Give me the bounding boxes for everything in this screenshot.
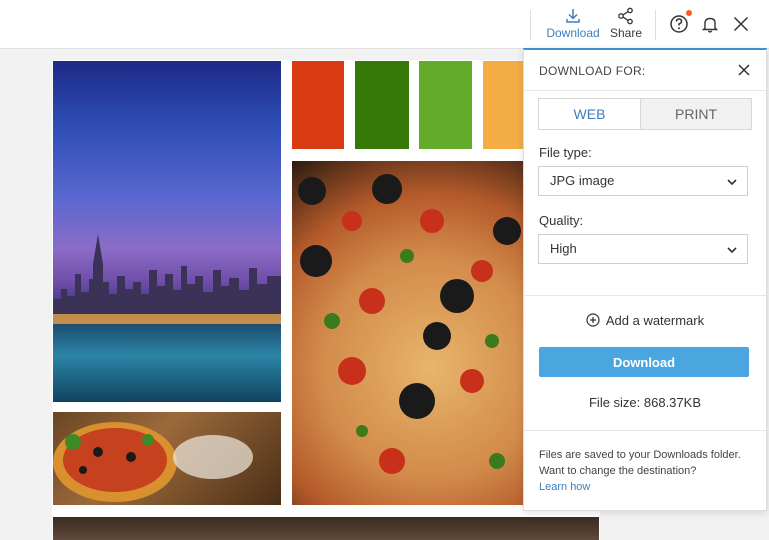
toolbar-divider — [530, 10, 531, 40]
share-tool-button[interactable]: Share — [606, 6, 646, 40]
pizza-small-shapes — [53, 422, 253, 502]
color-swatch-light-green[interactable] — [419, 61, 472, 149]
color-swatch-dark-green[interactable] — [355, 61, 409, 149]
city-skyline-photo[interactable] — [53, 61, 281, 402]
chevron-down-icon — [726, 243, 738, 255]
share-icon — [606, 6, 646, 26]
notifications-button[interactable] — [698, 12, 722, 36]
file-type-select[interactable]: JPG image — [538, 166, 748, 196]
notification-dot — [686, 10, 692, 16]
close-panel-button[interactable] — [736, 62, 752, 78]
bell-icon — [698, 12, 722, 36]
quality-label: Quality: — [539, 213, 584, 228]
quality-select[interactable]: High — [538, 234, 748, 264]
color-swatch-orange[interactable] — [483, 61, 524, 149]
pizza-toppings — [298, 174, 521, 474]
file-type-label: File type: — [539, 145, 592, 160]
close-icon — [729, 12, 753, 36]
quality-value: High — [550, 241, 577, 256]
pizza-closeup-photo[interactable] — [292, 161, 524, 505]
water-reflection — [53, 324, 281, 402]
download-icon — [544, 6, 602, 26]
chevron-down-icon — [726, 175, 738, 187]
panel-divider — [524, 430, 766, 431]
share-tool-label: Share — [609, 26, 643, 40]
tab-web[interactable]: WEB — [539, 99, 641, 129]
download-panel: DOWNLOAD FOR: WEB PRINT File type: JPG i… — [523, 48, 767, 511]
add-watermark-button[interactable]: Add a watermark — [524, 313, 766, 328]
close-editor-button[interactable] — [729, 12, 753, 36]
add-watermark-label: Add a watermark — [605, 313, 705, 328]
design-canvas[interactable] — [52, 60, 600, 540]
toolbar-divider — [655, 10, 656, 40]
download-panel-title: DOWNLOAD FOR: — [539, 64, 646, 78]
add-circle-icon — [586, 313, 600, 327]
file-type-value: JPG image — [550, 173, 615, 188]
skyline-silhouette — [53, 234, 281, 324]
learn-how-link[interactable]: Learn how — [539, 479, 754, 495]
download-button[interactable]: Download — [539, 347, 749, 377]
download-panel-header: DOWNLOAD FOR: — [524, 50, 766, 91]
download-tool-label: Download — [546, 26, 600, 40]
file-size-text: File size: 868.37KB — [588, 395, 701, 410]
color-swatch-red[interactable] — [292, 61, 344, 149]
download-location-note: Files are saved to your Downloads folder… — [539, 447, 754, 495]
pizza-on-board-photo[interactable] — [53, 412, 281, 505]
top-toolbar: Download Share — [0, 0, 769, 49]
bottom-photo-strip[interactable] — [53, 517, 599, 540]
close-icon — [738, 64, 750, 76]
panel-divider — [524, 295, 766, 296]
download-target-tabs: WEB PRINT — [538, 98, 752, 130]
tab-print[interactable]: PRINT — [641, 99, 751, 129]
download-tool-button[interactable]: Download — [544, 6, 602, 40]
download-location-text: Files are saved to your Downloads folder… — [539, 449, 741, 477]
